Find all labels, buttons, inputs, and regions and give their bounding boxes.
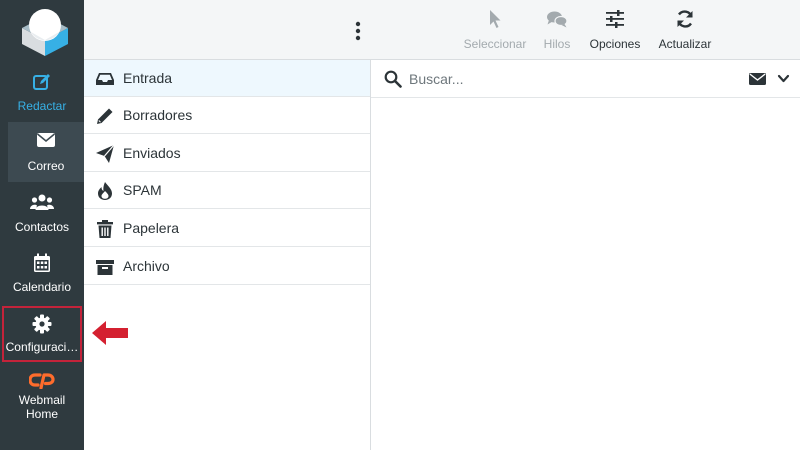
- folder-pane-header: [84, 0, 371, 60]
- compose-icon: [0, 72, 84, 94]
- envelope-icon: [749, 73, 766, 85]
- refresh-button[interactable]: Actualizar: [653, 0, 717, 60]
- threads-button[interactable]: Hilos: [537, 0, 577, 60]
- app-navigation: Redactar Correo Contactos Calendario Con…: [0, 0, 84, 450]
- envelope-icon: [8, 132, 84, 154]
- nav-contacts[interactable]: Contactos: [0, 183, 84, 243]
- calendar-icon: [0, 253, 84, 275]
- nav-mail-label: Correo: [27, 159, 65, 173]
- folder-item-trash[interactable]: Papelera: [84, 210, 370, 247]
- nav-mail[interactable]: Correo: [8, 122, 84, 182]
- nav-compose-label: Redactar: [17, 99, 67, 113]
- folder-item-drafts[interactable]: Borradores: [84, 97, 370, 134]
- message-toolbar: Seleccionar Hilos Opciones Actualizar: [371, 0, 800, 60]
- folder-item-inbox[interactable]: Entrada: [84, 60, 370, 97]
- trash-icon: [95, 219, 115, 239]
- nav-compose[interactable]: Redactar: [0, 62, 84, 122]
- nav-calendar-label: Calendario: [12, 280, 72, 294]
- folder-label: Enviados: [123, 145, 181, 161]
- nav-settings[interactable]: Configuraci…: [2, 306, 82, 362]
- gear-icon: [4, 314, 80, 336]
- search-input[interactable]: [409, 68, 729, 90]
- search-icon[interactable]: [384, 70, 402, 88]
- refresh-icon: [653, 9, 717, 31]
- nav-calendar[interactable]: Calendario: [0, 243, 84, 303]
- folder-item-sent[interactable]: Enviados: [84, 135, 370, 172]
- nav-home-label: Home: [25, 407, 58, 421]
- folder-list-pane: Entrada Borradores Enviados SPAM Papeler…: [84, 0, 371, 450]
- folder-label: SPAM: [123, 182, 162, 198]
- inbox-icon: [95, 69, 115, 89]
- paper-plane-icon: [95, 144, 115, 164]
- users-icon: [0, 193, 84, 215]
- folder-item-spam[interactable]: SPAM: [84, 172, 370, 209]
- chat-bubbles-icon: [537, 9, 577, 31]
- archive-icon: [95, 257, 115, 277]
- roundcube-logo[interactable]: [18, 6, 72, 58]
- nav-webmail-label: Webmail: [18, 393, 66, 407]
- refresh-label: Actualizar: [658, 37, 712, 51]
- threads-label: Hilos: [543, 37, 571, 51]
- cpanel-icon: [0, 371, 84, 391]
- nav-contacts-label: Contactos: [14, 220, 70, 234]
- fire-icon: [95, 181, 115, 201]
- select-button[interactable]: Seleccionar: [457, 0, 533, 60]
- nav-settings-label: Configuraci…: [5, 340, 79, 354]
- folder-label: Papelera: [123, 220, 180, 236]
- search-options-dropdown[interactable]: [749, 71, 793, 87]
- options-label: Opciones: [589, 37, 641, 51]
- options-button[interactable]: Opciones: [583, 0, 647, 60]
- folder-label: Archivo: [123, 258, 170, 274]
- search-bar: [371, 60, 800, 98]
- folder-label: Entrada: [123, 70, 173, 86]
- folder-menu-icon[interactable]: [353, 20, 363, 42]
- folder-label: Borradores: [123, 107, 193, 123]
- select-label: Seleccionar: [463, 37, 527, 51]
- sliders-icon: [583, 9, 647, 31]
- annotation-arrow: [90, 319, 130, 347]
- pointer-icon: [457, 9, 533, 31]
- nav-webmail-home[interactable]: Webmail Home: [0, 367, 84, 431]
- folder-item-archive[interactable]: Archivo: [84, 248, 370, 285]
- pencil-icon: [95, 106, 115, 126]
